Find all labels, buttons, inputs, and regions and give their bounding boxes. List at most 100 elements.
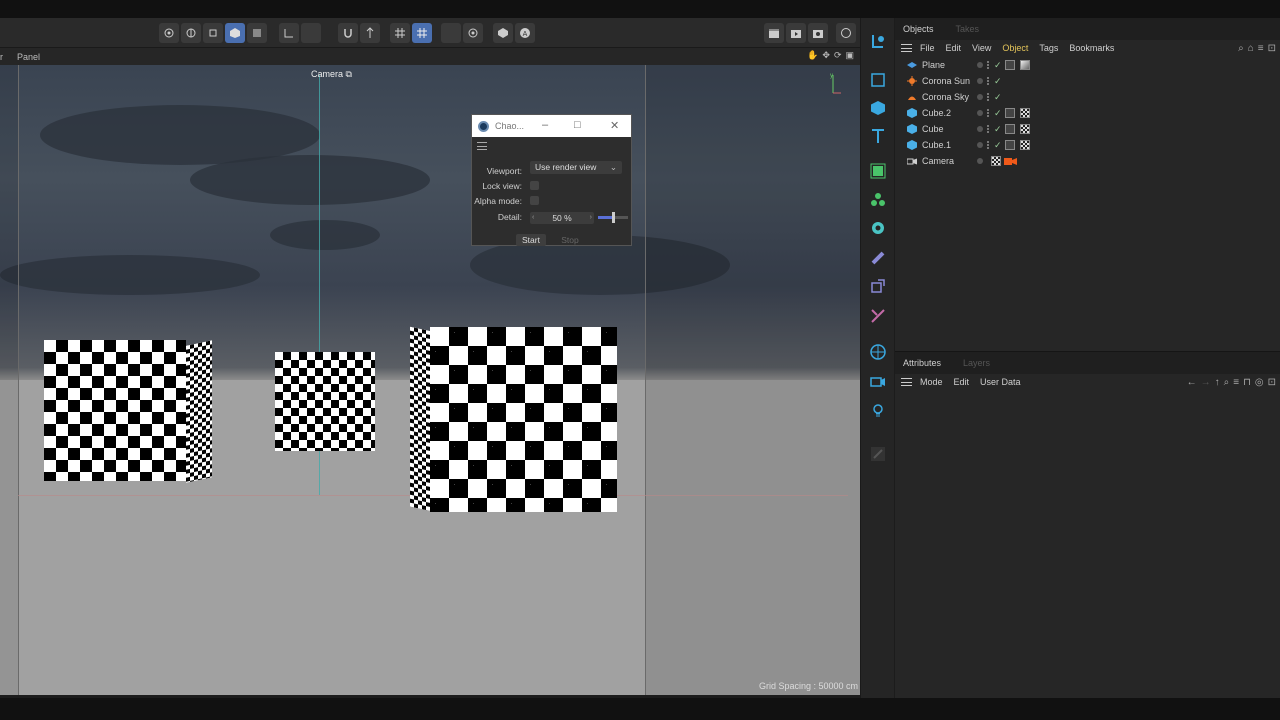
menu-user-data[interactable]: User Data <box>980 377 1021 387</box>
uv-mode-button[interactable] <box>247 23 267 43</box>
axis-button[interactable] <box>279 23 299 43</box>
menu-tags[interactable]: Tags <box>1039 43 1058 53</box>
object-name[interactable]: Cube.1 <box>922 140 951 150</box>
visibility-dot-icon[interactable] <box>977 62 983 68</box>
enabled-check-icon[interactable]: ✓ <box>994 60 1002 71</box>
chaos-window-titlebar[interactable]: Chao... – □ ✕ <box>472 115 631 137</box>
cube-middle[interactable] <box>275 352 375 451</box>
checker-material-tag-icon[interactable] <box>1020 108 1030 118</box>
visibility-dot-icon[interactable] <box>977 110 983 116</box>
cube-primitive-button[interactable] <box>868 98 888 118</box>
maximize-window-icon[interactable]: □ <box>574 119 581 131</box>
camera-tag-icon[interactable] <box>1004 156 1018 166</box>
home-icon[interactable]: ⌂ <box>1248 43 1254 54</box>
menu-edit[interactable]: Edit <box>946 43 962 53</box>
hamburger-menu-icon[interactable] <box>901 44 912 52</box>
cube-left[interactable] <box>44 340 186 481</box>
rotate-icon[interactable]: ⟳ <box>834 50 842 61</box>
hamburger-menu-icon[interactable] <box>477 142 487 150</box>
target-button[interactable] <box>463 23 483 43</box>
render-settings-button[interactable] <box>808 23 828 43</box>
script-button[interactable]: A <box>515 23 535 43</box>
arrow-right-icon[interactable]: → <box>1201 377 1211 388</box>
arrow-right-icon[interactable]: › <box>590 212 592 224</box>
generator-button[interactable] <box>868 161 888 181</box>
axis-extra-button[interactable] <box>301 23 321 43</box>
model-mode-button[interactable] <box>159 23 179 43</box>
new-panel-icon[interactable]: ⊡ <box>1268 377 1276 388</box>
detail-slider[interactable] <box>598 212 628 223</box>
minimize-icon[interactable]: – <box>542 119 548 131</box>
environment-button[interactable] <box>868 342 888 362</box>
enabled-check-icon[interactable]: ✓ <box>994 92 1002 103</box>
menu-edit[interactable]: Edit <box>954 377 970 387</box>
menu-file[interactable]: File <box>920 43 935 53</box>
object-row-corona-sky[interactable]: Corona Sky ✓ <box>895 89 1280 105</box>
mograph-button[interactable] <box>868 190 888 210</box>
object-name[interactable]: Camera <box>922 156 954 166</box>
null-object-button[interactable] <box>868 70 888 90</box>
arrow-left-icon[interactable]: ‹ <box>532 212 534 224</box>
points-mode-button[interactable] <box>181 23 201 43</box>
viewport-select[interactable]: Use render view ⌄ <box>530 161 622 174</box>
new-panel-icon[interactable]: ⊡ <box>1268 43 1276 54</box>
stop-button[interactable]: Stop <box>556 234 584 246</box>
menu-object[interactable]: Object <box>1002 43 1028 53</box>
tab-takes[interactable]: Takes <box>956 24 980 34</box>
filter-icon[interactable]: ≡ <box>1233 377 1239 388</box>
search-icon[interactable]: ⌕ <box>1238 43 1244 54</box>
object-name[interactable]: Cube.2 <box>922 108 951 118</box>
menu-view[interactable]: View <box>972 43 991 53</box>
display-tag-icon[interactable] <box>1005 124 1015 134</box>
search-icon[interactable]: ⌕ <box>1224 377 1230 388</box>
3d-viewport[interactable]: Camera ⧉ y Grid Spacing : 50000 cm <box>0 65 860 695</box>
render-dot-icon[interactable] <box>987 141 993 149</box>
disabled-tool-button[interactable] <box>868 444 888 464</box>
filter-icon[interactable]: ≡ <box>1258 43 1264 54</box>
display-tag-icon[interactable] <box>1005 108 1015 118</box>
visibility-dot-icon[interactable] <box>977 94 983 100</box>
close-icon[interactable]: ✕ <box>610 119 619 132</box>
render-dot-icon[interactable] <box>987 61 993 69</box>
lock-view-checkbox[interactable] <box>530 181 539 190</box>
cube-left-side-face[interactable] <box>186 340 212 483</box>
hamburger-menu-icon[interactable] <box>901 378 912 386</box>
render-view-button[interactable] <box>764 23 784 43</box>
tab-layers[interactable]: Layers <box>963 358 990 368</box>
menu-mode[interactable]: Mode <box>920 377 943 387</box>
field-button[interactable] <box>868 248 888 268</box>
lock-button[interactable] <box>441 23 461 43</box>
visibility-dot-icon[interactable] <box>977 78 983 84</box>
checker-material-tag-icon[interactable] <box>1020 140 1030 150</box>
chaos-vision-window[interactable]: Chao... – □ ✕ Viewport: Use render view … <box>471 114 632 246</box>
protection-tag-icon[interactable] <box>991 156 1001 166</box>
cube-right-side-face[interactable] <box>410 326 432 512</box>
target-icon[interactable]: ◎ <box>1255 377 1264 388</box>
enabled-check-icon[interactable]: ✓ <box>994 140 1002 151</box>
object-name[interactable]: Cube <box>922 124 944 134</box>
object-row-corona-sun[interactable]: Corona Sun ✓ <box>895 73 1280 89</box>
render-dot-icon[interactable] <box>987 77 993 85</box>
maximize-icon[interactable]: ▣ <box>845 50 854 61</box>
object-row-camera[interactable]: Camera <box>895 153 1280 169</box>
visibility-dot-icon[interactable] <box>977 158 983 164</box>
live-select-button[interactable] <box>868 32 888 52</box>
material-tag-icon[interactable] <box>1020 60 1030 70</box>
lock-icon[interactable]: ⊓ <box>1243 377 1251 388</box>
alpha-mode-checkbox[interactable] <box>530 196 539 205</box>
magnet-button[interactable] <box>338 23 358 43</box>
panel-menu-item[interactable]: Panel <box>17 52 40 62</box>
render-dot-icon[interactable] <box>987 93 993 101</box>
object-row-plane[interactable]: Plane ✓ <box>895 57 1280 73</box>
layout-button[interactable] <box>836 23 856 43</box>
workplane-snap-button[interactable] <box>412 23 432 43</box>
arrow-up-icon[interactable]: ↑ <box>1215 377 1220 388</box>
spline-button[interactable] <box>868 306 888 326</box>
volume-button[interactable] <box>868 276 888 296</box>
deformer-button[interactable] <box>868 218 888 238</box>
display-tag-icon[interactable] <box>1005 140 1015 150</box>
checker-material-tag-icon[interactable] <box>1020 124 1030 134</box>
render-dot-icon[interactable] <box>987 125 993 133</box>
viewport-menu-item[interactable]: r <box>0 52 3 62</box>
object-row-cube[interactable]: Cube ✓ <box>895 121 1280 137</box>
